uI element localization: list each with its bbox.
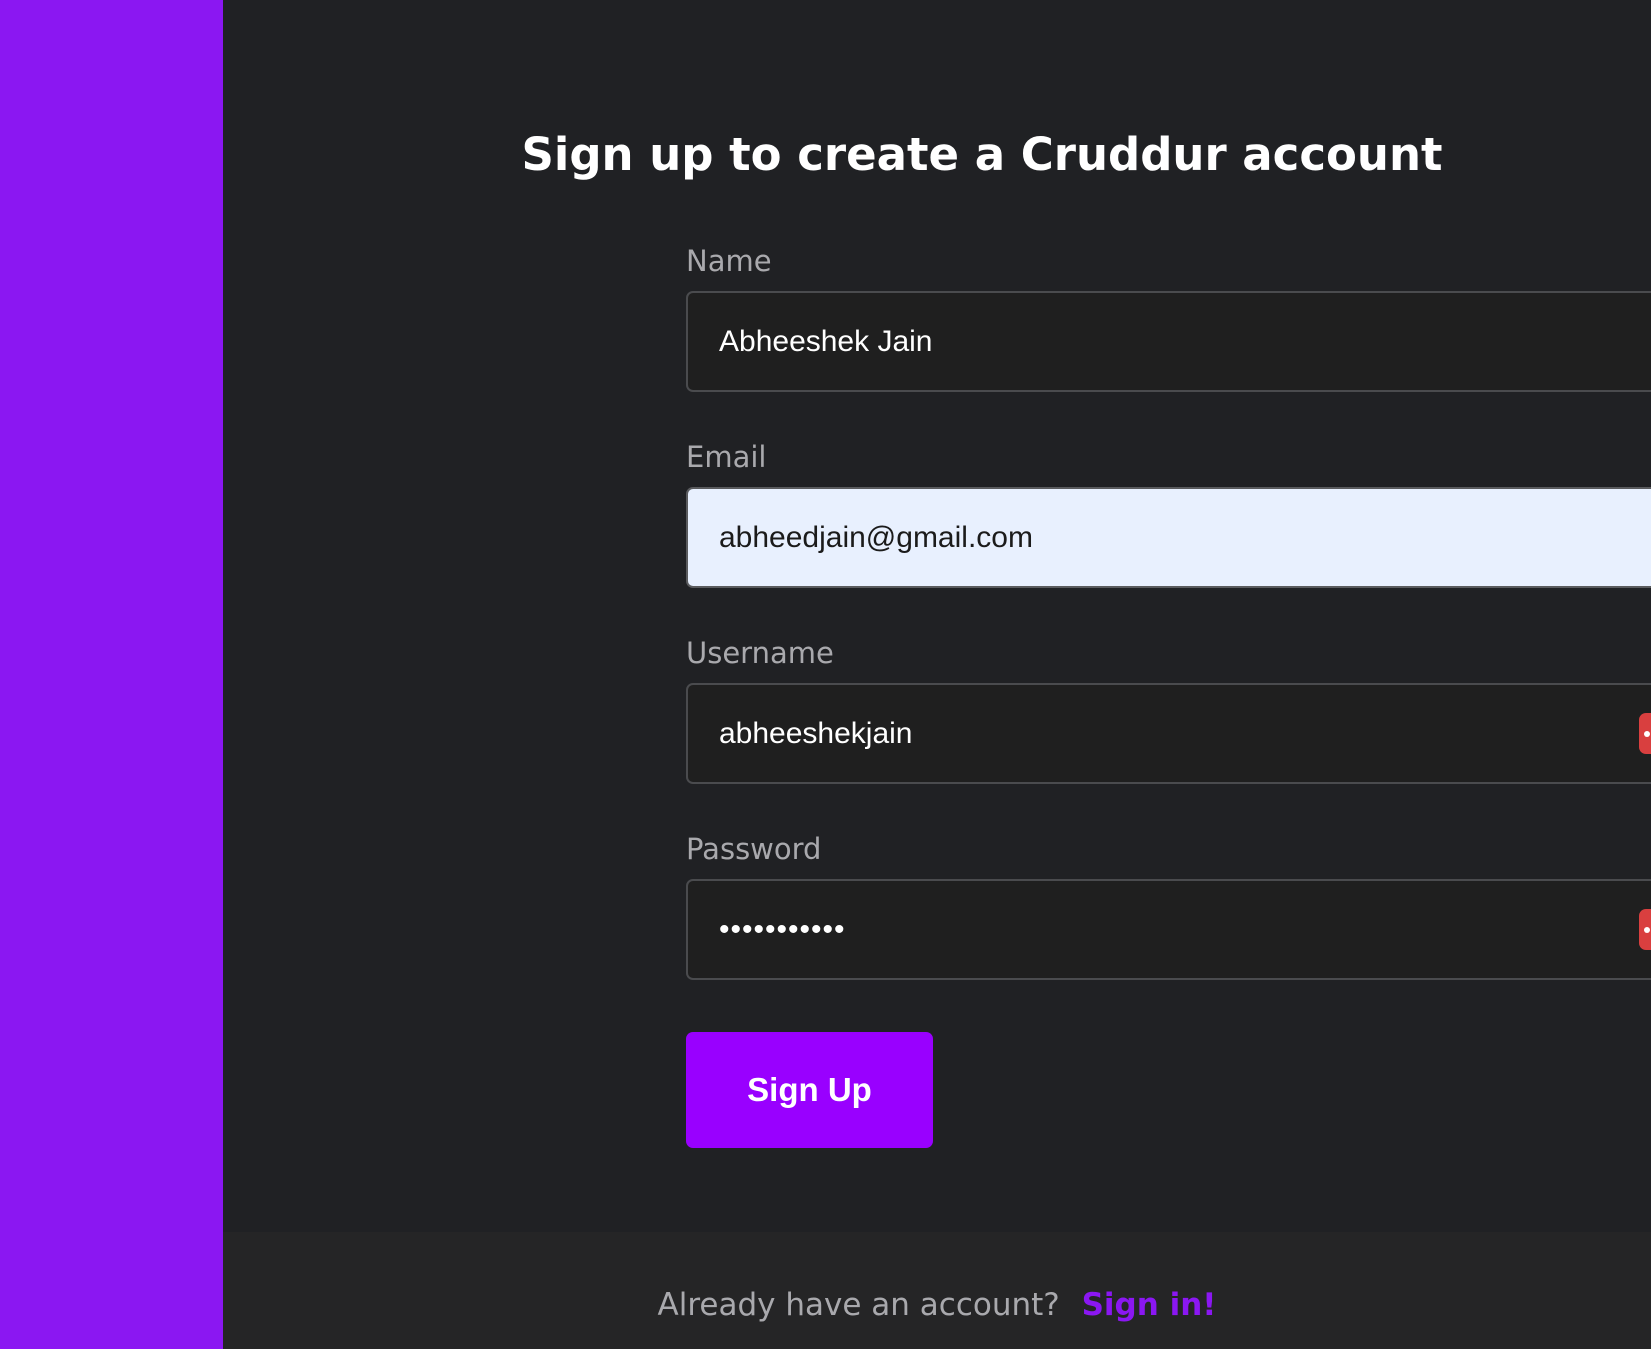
brand-sidebar bbox=[0, 0, 223, 1349]
email-input[interactable] bbox=[719, 489, 1619, 586]
password-manager-icon[interactable] bbox=[1639, 909, 1651, 950]
name-field-box bbox=[686, 291, 1651, 392]
sign-in-prompt: Already have an account? Sign in! bbox=[223, 1287, 1651, 1323]
sign-in-link[interactable]: Sign in! bbox=[1082, 1287, 1217, 1323]
username-input[interactable] bbox=[719, 685, 1619, 782]
password-label: Password bbox=[686, 832, 822, 866]
signup-panel: Sign up to create a Cruddur account Name… bbox=[223, 0, 1651, 1232]
name-label: Name bbox=[686, 244, 772, 278]
password-manager-dots-icon bbox=[1644, 730, 1650, 737]
password-field-box bbox=[686, 879, 1651, 980]
email-field-box bbox=[686, 487, 1651, 588]
sign-in-prompt-text: Already have an account? bbox=[657, 1287, 1060, 1323]
name-input[interactable] bbox=[719, 293, 1619, 390]
email-label: Email bbox=[686, 440, 767, 474]
username-label: Username bbox=[686, 636, 834, 670]
password-manager-dots-icon bbox=[1644, 926, 1650, 933]
password-manager-icon[interactable] bbox=[1639, 713, 1651, 754]
username-field-box bbox=[686, 683, 1651, 784]
sign-up-button[interactable]: Sign Up bbox=[686, 1032, 933, 1148]
password-input[interactable] bbox=[719, 881, 1619, 978]
page-title: Sign up to create a Cruddur account bbox=[521, 128, 1443, 181]
